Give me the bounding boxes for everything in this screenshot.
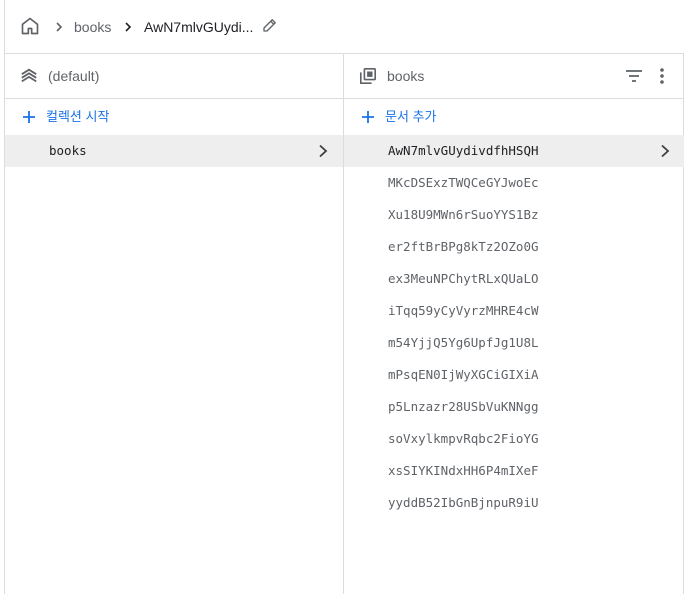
- document-id: m54YjjQ5Yg6UpfJg1U8L: [388, 335, 539, 350]
- collection-name: books: [387, 68, 425, 84]
- database-name: (default): [48, 68, 100, 84]
- filter-icon[interactable]: [623, 65, 645, 87]
- document-item[interactable]: m54YjjQ5Yg6UpfJg1U8L: [344, 327, 684, 359]
- database-panel: (default) 컬렉션 시작 books: [5, 54, 343, 594]
- breadcrumb-item-books[interactable]: books: [74, 17, 111, 37]
- add-document-button[interactable]: 문서 추가: [344, 99, 684, 135]
- document-id: Xu18U9MWn6rSuoYYS1Bz: [388, 207, 539, 222]
- start-collection-button[interactable]: 컬렉션 시작: [5, 99, 343, 135]
- start-collection-label: 컬렉션 시작: [46, 109, 110, 124]
- document-item[interactable]: yyddB52IbGnBjnpuR9iU: [344, 487, 684, 519]
- document-id: soVxylkmpvRqbc2FioYG: [388, 431, 539, 446]
- document-item[interactable]: soVxylkmpvRqbc2FioYG: [344, 423, 684, 455]
- document-item[interactable]: p5Lnzazr28USbVuKNNgg: [344, 391, 684, 423]
- document-id: mPsqEN0IjWyXGCiGIXiA: [388, 367, 539, 382]
- database-icon: [19, 66, 39, 86]
- document-id: AwN7mlvGUydivdfhHSQH: [388, 143, 539, 158]
- collection-item-books[interactable]: books: [5, 135, 343, 167]
- chevron-right-icon: [315, 143, 331, 159]
- collection-item-label: books: [49, 143, 87, 158]
- document-item[interactable]: mPsqEN0IjWyXGCiGIXiA: [344, 359, 684, 391]
- home-icon[interactable]: [18, 14, 42, 38]
- collection-icon: [358, 66, 378, 86]
- document-id: p5Lnzazr28USbVuKNNgg: [388, 399, 539, 414]
- collection-panel-header: books: [344, 54, 684, 99]
- collection-panel: books 문서 추가 AwN7mlvGUydivdfhHSQH MKcDSEx…: [343, 54, 684, 594]
- document-item[interactable]: Xu18U9MWn6rSuoYYS1Bz: [344, 199, 684, 231]
- firestore-data-viewer: books AwN7mlvGUydi... (default) 컬렉션 시작 b…: [4, 0, 684, 594]
- plus-icon: [360, 109, 376, 125]
- plus-icon: [21, 109, 37, 125]
- pencil-icon[interactable]: [259, 14, 281, 36]
- document-item[interactable]: ex3MeuNPChytRLxQUaLO: [344, 263, 684, 295]
- document-id: MKcDSExzTWQCeGYJwoEc: [388, 175, 539, 190]
- document-id: er2ftBrBPg8kTz2OZo0G: [388, 239, 539, 254]
- database-panel-header: (default): [5, 54, 343, 99]
- chevron-right-icon: [51, 19, 67, 35]
- add-document-label: 문서 추가: [385, 109, 437, 124]
- chevron-right-icon: [657, 143, 673, 159]
- document-item[interactable]: AwN7mlvGUydivdfhHSQH: [344, 135, 684, 167]
- document-item[interactable]: MKcDSExzTWQCeGYJwoEc: [344, 167, 684, 199]
- document-id: ex3MeuNPChytRLxQUaLO: [388, 271, 539, 286]
- document-list: AwN7mlvGUydivdfhHSQH MKcDSExzTWQCeGYJwoE…: [344, 135, 684, 519]
- document-id: yyddB52IbGnBjnpuR9iU: [388, 495, 539, 510]
- chevron-right-icon: [120, 19, 136, 35]
- document-item[interactable]: xsSIYKINdxHH6P4mIXeF: [344, 455, 684, 487]
- breadcrumb: books AwN7mlvGUydi...: [5, 0, 684, 54]
- more-vert-icon[interactable]: [651, 65, 673, 87]
- breadcrumb-item-document[interactable]: AwN7mlvGUydi...: [144, 17, 256, 37]
- document-item[interactable]: iTqq59yCyVyrzMHRE4cW: [344, 295, 684, 327]
- document-item[interactable]: er2ftBrBPg8kTz2OZo0G: [344, 231, 684, 263]
- document-id: iTqq59yCyVyrzMHRE4cW: [388, 303, 539, 318]
- collection-list: books: [5, 135, 343, 167]
- document-id: xsSIYKINdxHH6P4mIXeF: [388, 463, 539, 478]
